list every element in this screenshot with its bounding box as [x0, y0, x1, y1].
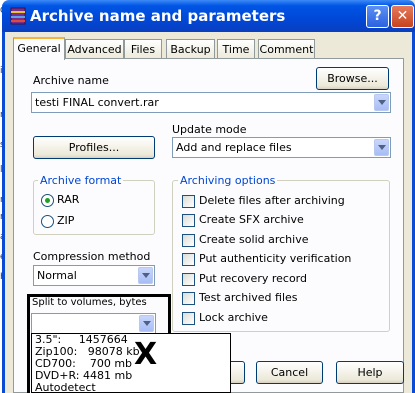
rar-label[interactable]: RAR [57, 193, 79, 206]
split-option[interactable]: Autodetect [32, 382, 230, 393]
window-title: Archive name and parameters [30, 7, 286, 25]
update-mode-label: Update mode [172, 123, 247, 136]
recovery-record-label[interactable]: Put recovery record [199, 272, 307, 285]
archive-name-label: Archive name [33, 74, 109, 87]
split-volumes-dropdown-list[interactable]: 3.5": 1457664 Zip100: 98078 kb CD700: 70… [31, 333, 231, 393]
chevron-down-icon[interactable] [138, 267, 153, 284]
test-archived-label[interactable]: Test archived files [199, 291, 298, 304]
chevron-down-icon[interactable] [374, 94, 389, 111]
title-help-button[interactable]: ? [366, 5, 389, 28]
archiving-options-title: Archiving options [178, 174, 278, 187]
create-solid-label[interactable]: Create solid archive [199, 233, 308, 246]
delete-files-checkbox[interactable] [182, 195, 195, 208]
split-volumes-label: Split to volumes, bytes [32, 297, 147, 308]
update-mode-select[interactable]: Add and replace files [172, 137, 391, 158]
compression-method-label: Compression method [33, 250, 151, 263]
chevron-down-icon[interactable] [139, 315, 154, 332]
create-sfx-checkbox[interactable] [182, 214, 195, 227]
browse-button[interactable]: Browse... [316, 67, 389, 90]
tab-files[interactable]: Files [124, 39, 162, 59]
archive-name-value: testi FINAL convert.rar [35, 96, 159, 109]
help-button[interactable]: Help [336, 361, 404, 384]
zip-radio[interactable] [41, 215, 54, 228]
update-mode-value: Add and replace files [176, 141, 292, 154]
lock-archive-checkbox[interactable] [182, 312, 195, 325]
compression-method-value: Normal [37, 269, 77, 282]
recovery-record-checkbox[interactable] [182, 273, 195, 286]
test-archived-checkbox[interactable] [182, 292, 195, 305]
tab-backup[interactable]: Backup [166, 39, 215, 59]
lock-archive-label[interactable]: Lock archive [199, 311, 268, 324]
tab-comment[interactable]: Comment [258, 39, 315, 59]
winrar-archive-icon [10, 7, 26, 25]
compression-method-select[interactable]: Normal [33, 265, 155, 286]
delete-files-label[interactable]: Delete files after archiving [199, 194, 345, 207]
tab-advanced[interactable]: Advanced [65, 39, 124, 59]
tab-general[interactable]: General [13, 37, 65, 60]
profiles-button[interactable]: Profiles... [33, 136, 155, 159]
close-button[interactable]: ✕ [391, 5, 414, 28]
zip-label[interactable]: ZIP [57, 214, 74, 227]
create-solid-checkbox[interactable] [182, 234, 195, 247]
tab-time[interactable]: Time [217, 39, 255, 59]
create-sfx-label[interactable]: Create SFX archive [199, 213, 304, 226]
annotation-x-mark: X [134, 337, 158, 372]
rar-radio[interactable] [41, 194, 54, 207]
authenticity-label[interactable]: Put authenticity verification [199, 252, 351, 265]
authenticity-checkbox[interactable] [182, 253, 195, 266]
split-volumes-select[interactable] [31, 313, 156, 334]
archive-format-title: Archive format [38, 174, 124, 187]
cancel-button[interactable]: Cancel [256, 361, 323, 384]
archive-name-combo[interactable]: testi FINAL convert.rar [31, 92, 391, 113]
chevron-down-icon[interactable] [374, 139, 389, 156]
